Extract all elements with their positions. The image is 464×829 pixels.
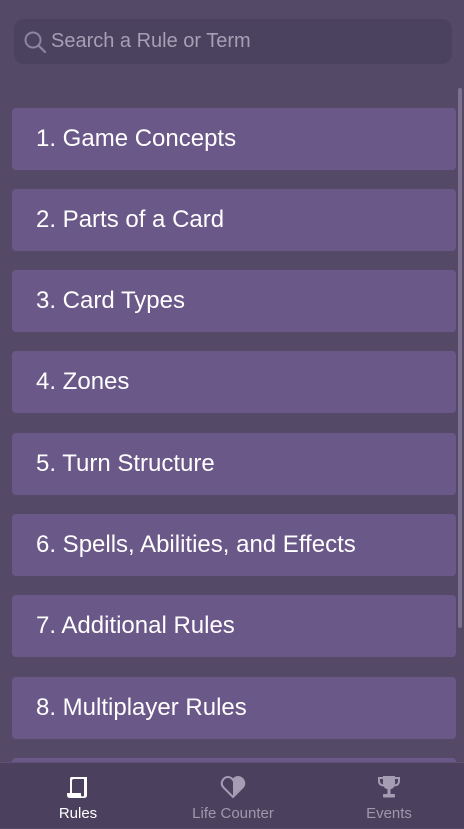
scroll-icon [67, 777, 87, 798]
search-bar[interactable] [14, 19, 452, 64]
nav-tab-events[interactable]: Events [346, 763, 432, 829]
rules-list: 1. Game Concepts 2. Parts of a Card 3. C… [12, 108, 456, 762]
rule-item-spells-abilities-effects[interactable]: 6. Spells, Abilities, and Effects [12, 514, 456, 576]
trophy-icon [378, 776, 400, 798]
nav-tab-life-counter[interactable]: Life Counter [176, 763, 290, 829]
rule-item-additional-rules[interactable]: 7. Additional Rules [12, 595, 456, 657]
rule-item-zones[interactable]: 4. Zones [12, 351, 456, 413]
bottom-nav: Rules Life Counter Events [0, 762, 464, 828]
rule-item-parts-of-a-card[interactable]: 2. Parts of a Card [12, 189, 456, 251]
heart-icon [220, 775, 246, 799]
nav-label-events: Events [366, 805, 412, 822]
rule-item-multiplayer-rules[interactable]: 8. Multiplayer Rules [12, 677, 456, 739]
nav-label-rules: Rules [58, 805, 98, 822]
search-icon [24, 31, 47, 54]
search-input[interactable] [51, 19, 441, 64]
nav-label-life-counter: Life Counter [192, 805, 274, 822]
rule-item-game-concepts[interactable]: 1. Game Concepts [12, 108, 456, 170]
rule-item-turn-structure[interactable]: 5. Turn Structure [12, 433, 456, 495]
scrollbar[interactable] [458, 88, 462, 628]
rule-item-card-types[interactable]: 3. Card Types [12, 270, 456, 332]
nav-tab-rules[interactable]: Rules [24, 763, 132, 829]
